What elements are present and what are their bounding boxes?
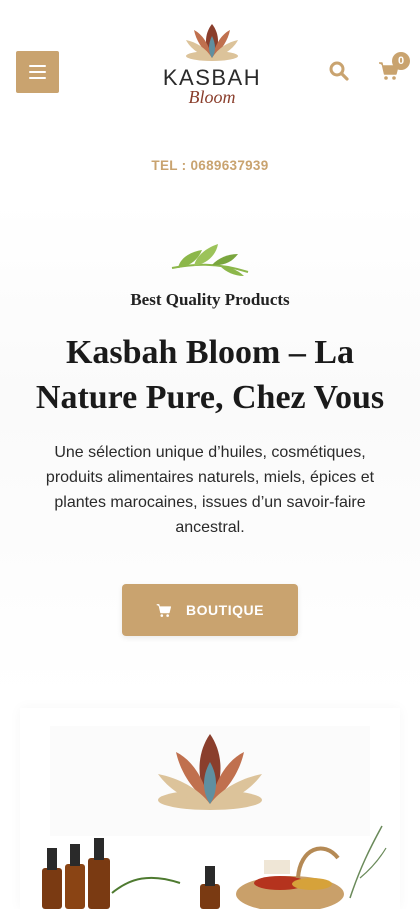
menu-button[interactable] [16,51,59,93]
lotus-logo-icon [186,24,238,61]
hero-tagline: Best Quality Products [130,290,290,309]
hero-title: Kasbah Bloom – La Nature Pure, Chez Vous [35,334,385,416]
boutique-button-label: BOUTIQUE [186,602,264,618]
boutique-button[interactable]: BOUTIQUE [122,584,298,636]
products-illustration [42,726,387,909]
oil-bottles [42,838,220,909]
cart-icon [156,603,172,617]
hamburger-icon [29,65,46,67]
hero-description: Une sélection unique d’huiles, cosmétiqu… [45,444,375,536]
hero-product-image [20,708,400,909]
spice-basket [236,846,344,909]
phone-number[interactable]: TEL : 0689637939 [0,158,420,173]
logo-script-text: Bloom [188,87,236,107]
site-header: KASBAH Bloom 0 [0,0,420,140]
search-icon[interactable] [329,61,349,81]
site-logo[interactable]: KASBAH Bloom [160,20,264,120]
cart-count-badge: 0 [392,52,410,70]
leaf-decoration-icon [171,244,249,276]
